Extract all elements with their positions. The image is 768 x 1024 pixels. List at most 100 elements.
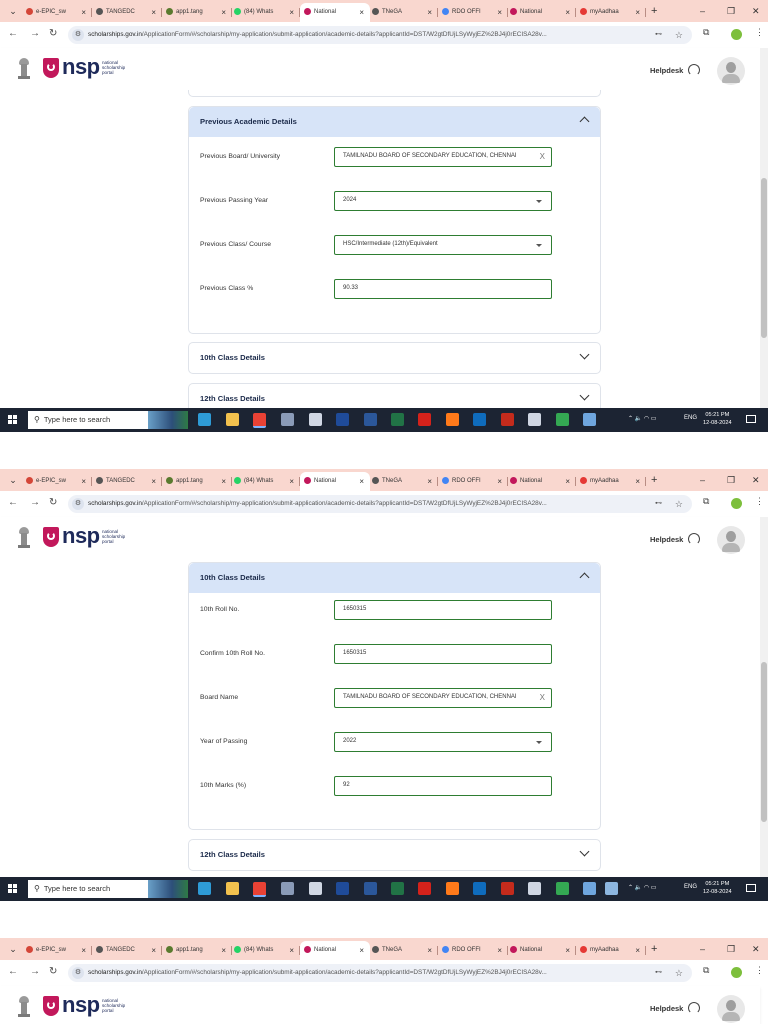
app-icon[interactable]: [605, 882, 618, 895]
extensions-icon[interactable]: ⧉: [703, 27, 709, 38]
forward-icon[interactable]: →: [30, 966, 40, 977]
close-tab-icon[interactable]: ×: [151, 472, 156, 491]
app-icon[interactable]: [309, 882, 322, 895]
password-key-icon[interactable]: ⊷: [655, 26, 662, 44]
firefox-icon[interactable]: [446, 882, 459, 895]
file-explorer-icon[interactable]: [226, 413, 239, 426]
browser-tab[interactable]: National ×: [506, 941, 576, 960]
app-icon[interactable]: [473, 413, 486, 426]
close-window-icon[interactable]: ✕: [752, 3, 760, 20]
close-tab-icon[interactable]: ×: [81, 941, 86, 960]
close-window-icon[interactable]: ✕: [752, 472, 760, 489]
settings-icon[interactable]: [528, 882, 541, 895]
helpdesk-link[interactable]: Helpdesk: [650, 66, 683, 75]
password-key-icon[interactable]: ⊷: [655, 495, 662, 513]
close-tab-icon[interactable]: ×: [289, 3, 294, 22]
app-icon[interactable]: [501, 882, 514, 895]
file-explorer-icon[interactable]: [226, 882, 239, 895]
chevron-down-icon[interactable]: [579, 846, 590, 857]
avatar[interactable]: [717, 526, 745, 554]
back-icon[interactable]: ←: [8, 28, 18, 39]
site-info-icon[interactable]: ⚙: [72, 29, 84, 41]
app-icon[interactable]: [583, 882, 596, 895]
maximize-icon[interactable]: ❐: [727, 941, 735, 958]
chevron-up-icon[interactable]: [579, 116, 590, 127]
clock[interactable]: 05:21 PM 12-08-2024: [703, 880, 732, 896]
close-tab-icon[interactable]: ×: [151, 3, 156, 22]
photoshop-icon[interactable]: [336, 882, 349, 895]
new-tab-button[interactable]: +: [651, 3, 657, 20]
close-tab-icon[interactable]: ×: [497, 941, 502, 960]
notification-icon[interactable]: [746, 415, 756, 423]
language-indicator[interactable]: ENG: [684, 415, 697, 421]
windows-start-icon[interactable]: [8, 884, 18, 894]
edge-icon[interactable]: [198, 882, 211, 895]
close-tab-icon[interactable]: ×: [221, 3, 226, 22]
forward-icon[interactable]: →: [30, 497, 40, 508]
browser-tab[interactable]: (84) Whats ×: [230, 3, 300, 22]
year-of-passing-select[interactable]: 2022: [334, 732, 552, 752]
taskbar-search[interactable]: ⚲ Type here to search: [28, 880, 188, 898]
browser-tab[interactable]: National ×: [300, 472, 370, 491]
site-info-icon[interactable]: ⚙: [72, 967, 84, 979]
tray-icons[interactable]: ⌃ 🔈 ◠ ▭: [628, 884, 656, 891]
app-icon[interactable]: [309, 413, 322, 426]
app-icon[interactable]: [281, 882, 294, 895]
browser-tab[interactable]: TNeGA ×: [368, 3, 438, 22]
excel-icon[interactable]: [391, 882, 404, 895]
chrome-icon[interactable]: [253, 413, 266, 428]
browser-tab[interactable]: TNeGA ×: [368, 941, 438, 960]
clear-icon[interactable]: X: [540, 148, 545, 165]
word-icon[interactable]: [364, 413, 377, 426]
close-tab-icon[interactable]: ×: [221, 941, 226, 960]
extensions-icon[interactable]: ⧉: [703, 496, 709, 507]
language-indicator[interactable]: ENG: [684, 884, 697, 890]
browser-tab[interactable]: e-EPIC_sw ×: [22, 941, 92, 960]
profile-icon[interactable]: [731, 967, 742, 978]
browser-tab[interactable]: TNeGA ×: [368, 472, 438, 491]
menu-kebab-icon[interactable]: ⋮: [755, 965, 764, 976]
profile-icon[interactable]: [731, 29, 742, 40]
menu-kebab-icon[interactable]: ⋮: [755, 27, 764, 38]
browser-tab[interactable]: e-EPIC_sw ×: [22, 472, 92, 491]
reload-icon[interactable]: ↻: [49, 497, 57, 508]
chevron-down-icon[interactable]: [579, 390, 590, 401]
word-icon[interactable]: [364, 882, 377, 895]
browser-tab[interactable]: e-EPIC_sw ×: [22, 3, 92, 22]
close-tab-icon[interactable]: ×: [565, 941, 570, 960]
menu-kebab-icon[interactable]: ⋮: [755, 496, 764, 507]
chrome-icon[interactable]: [556, 413, 569, 426]
avatar[interactable]: [717, 57, 745, 85]
close-tab-icon[interactable]: ×: [289, 472, 294, 491]
helpdesk-link[interactable]: Helpdesk: [650, 535, 683, 544]
browser-tab[interactable]: TANGEDC ×: [92, 3, 162, 22]
close-tab-icon[interactable]: ×: [289, 941, 294, 960]
close-tab-icon[interactable]: ×: [635, 472, 640, 491]
browser-tab[interactable]: (84) Whats ×: [230, 941, 300, 960]
tenth-class-collapsed[interactable]: 10th Class Details: [188, 342, 601, 374]
scrollbar[interactable]: [760, 517, 768, 877]
url-field[interactable]: ⚙ scholarships.gov.in/ApplicationForm/#/s…: [68, 495, 692, 513]
acrobat-icon[interactable]: [418, 882, 431, 895]
extensions-icon[interactable]: ⧉: [703, 965, 709, 976]
tab-search-icon[interactable]: ⌄: [6, 473, 20, 487]
firefox-icon[interactable]: [446, 413, 459, 426]
close-window-icon[interactable]: ✕: [752, 941, 760, 958]
chrome-icon[interactable]: [253, 882, 266, 897]
browser-tab[interactable]: app1.tang ×: [162, 472, 232, 491]
previous-class-percent-input[interactable]: 90.33: [334, 279, 552, 299]
tab-search-icon[interactable]: ⌄: [6, 942, 20, 956]
close-tab-icon[interactable]: ×: [635, 3, 640, 22]
close-tab-icon[interactable]: ×: [635, 941, 640, 960]
board-name-input[interactable]: TAMILNADU BOARD OF SECONDARY EDUCATION, …: [334, 688, 552, 708]
browser-tab[interactable]: myAadhaa ×: [576, 472, 646, 491]
minimize-icon[interactable]: –: [700, 3, 705, 20]
chevron-up-icon[interactable]: [579, 572, 590, 583]
profile-icon[interactable]: [731, 498, 742, 509]
browser-tab[interactable]: National ×: [506, 3, 576, 22]
browser-tab[interactable]: myAadhaa ×: [576, 3, 646, 22]
browser-tab[interactable]: app1.tang ×: [162, 3, 232, 22]
excel-icon[interactable]: [391, 413, 404, 426]
browser-tab[interactable]: app1.tang ×: [162, 941, 232, 960]
taskbar-search[interactable]: ⚲ Type here to search: [28, 411, 188, 429]
